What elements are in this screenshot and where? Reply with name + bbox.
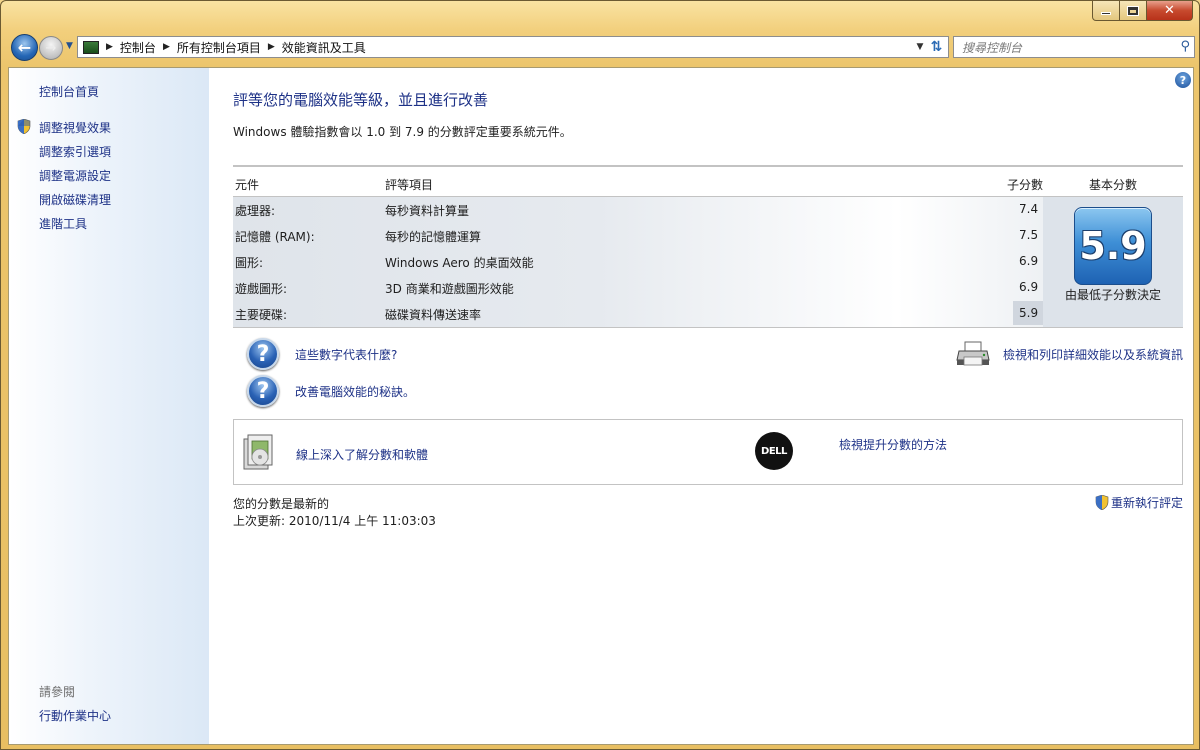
table-row: 主要硬碟: 磁碟資料傳送速率 5.9 (233, 301, 1043, 327)
base-score-caption: 由最低子分數決定 (1064, 288, 1161, 302)
minimize-button[interactable] (1092, 1, 1120, 21)
table-row: 圖形: Windows Aero 的桌面效能 6.9 (233, 249, 1043, 275)
sidebar-home-link[interactable]: 控制台首頁 (39, 83, 99, 100)
subscore-cell: 6.9 (1019, 280, 1039, 294)
performance-tips-link[interactable]: 改善電腦效能的秘訣。 (295, 383, 415, 400)
base-score-value: 5.9 (1079, 224, 1147, 268)
chevron-right-icon[interactable]: ▶ (268, 42, 275, 52)
search-input[interactable]: 搜尋控制台 ⚲ (953, 36, 1195, 58)
component-cell: 圖形: (235, 256, 264, 270)
last-update-text: 上次更新: 2010/11/4 上午 11:03:03 (233, 514, 436, 528)
address-bar[interactable]: ▶ 控制台 ▶ 所有控制台項目 ▶ 效能資訊及工具 ▼ (77, 36, 929, 58)
component-cell: 記憶體 (RAM): (235, 230, 315, 244)
what-numbers-mean-link[interactable]: 這些數字代表什麼? (295, 346, 397, 363)
print-details-link[interactable]: 檢視和列印詳細效能以及系統資訊 (1003, 346, 1183, 363)
window-frame: ✕ ← → ▼ ▶ 控制台 ▶ 所有控制台項目 ▶ 效能資訊及工具 ▼ ⇅ 搜尋… (0, 0, 1200, 750)
base-score-panel: 5.9 由最低子分數決定 (1043, 197, 1183, 327)
close-button[interactable]: ✕ (1147, 1, 1193, 21)
improve-score-link[interactable]: 檢視提升分數的方法 (839, 436, 947, 453)
help-button[interactable]: ? (1175, 72, 1191, 88)
learn-scores-software-link[interactable]: 線上深入了解分數和軟體 (296, 446, 428, 463)
table-header: 元件 評等項目 子分數 基本分數 (233, 165, 1183, 197)
main-panel: ? 評等您的電腦效能等級，並且進行改善 Windows 體驗指數會以 1.0 到… (209, 68, 1193, 744)
rating-cell: 每秒資料計算量 (385, 204, 470, 218)
dell-logo[interactable]: DELL (755, 432, 793, 470)
sidebar-item-power[interactable]: 調整電源設定 (39, 167, 111, 184)
rating-cell: 磁碟資料傳送速率 (385, 308, 482, 322)
subscore-cell: 7.4 (1019, 202, 1039, 216)
control-panel-icon (83, 40, 99, 54)
forward-arrow-icon: → (45, 40, 57, 56)
subscore-cell: 7.5 (1019, 228, 1039, 242)
score-status-text: 您的分數是最新的 (233, 497, 330, 511)
caption-buttons: ✕ (1092, 1, 1193, 21)
task-pane: 控制台首頁 調整視覺效果 調整索引選項 調整電源設定 開啟磁碟清理 進階工具 請… (9, 68, 209, 744)
printer-icon (956, 341, 990, 366)
forward-button[interactable]: → (39, 36, 63, 60)
component-cell: 主要硬碟: (235, 308, 288, 322)
rerun-assessment-link[interactable]: 重新執行評定 (1111, 494, 1183, 511)
sidebar-item-visual-effects[interactable]: 調整視覺效果 (39, 119, 111, 136)
rating-cell: Windows Aero 的桌面效能 (385, 256, 534, 270)
base-score-badge: 5.9 (1074, 207, 1152, 285)
subscore-cell: 5.9 (1019, 306, 1039, 320)
table-row: 處理器: 每秒資料計算量 7.4 (233, 197, 1043, 223)
breadcrumb-control-panel[interactable]: 控制台 (120, 39, 156, 56)
chevron-right-icon[interactable]: ▶ (163, 42, 170, 52)
maximize-button[interactable] (1120, 1, 1147, 21)
breadcrumb-performance[interactable]: 效能資訊及工具 (282, 39, 366, 56)
search-placeholder: 搜尋控制台 (962, 40, 1023, 55)
help-link-tips[interactable]: ? 改善電腦效能的秘訣。 (247, 375, 847, 409)
question-mark-icon: ? (247, 338, 279, 370)
sidebar-item-disk-cleanup[interactable]: 開啟磁碟清理 (39, 191, 111, 208)
minimize-icon (1101, 12, 1111, 15)
chevron-right-icon[interactable]: ▶ (106, 42, 113, 52)
sidebar-item-indexing[interactable]: 調整索引選項 (39, 143, 111, 160)
column-header-basescore: 基本分數 (1089, 178, 1138, 192)
rating-cell: 每秒的記憶體運算 (385, 230, 482, 244)
help-icon: ? (1179, 73, 1187, 87)
score-table: 元件 評等項目 子分數 基本分數 處理器: 每秒資料計算量 7.4 記憶體 (R… (233, 165, 1183, 328)
refresh-icon: ⇅ (930, 39, 943, 55)
column-header-component: 元件 (235, 178, 260, 192)
rating-cell: 3D 商業和遊戲圖形效能 (385, 282, 514, 296)
column-header-rating: 評等項目 (385, 178, 434, 192)
component-cell: 處理器: (235, 204, 276, 218)
uac-shield-icon (1095, 495, 1109, 510)
software-box-icon (243, 434, 273, 470)
table-row: 記憶體 (RAM): 每秒的記憶體運算 7.5 (233, 223, 1043, 249)
back-arrow-icon: ← (17, 38, 32, 57)
maximize-icon (1127, 5, 1139, 16)
question-mark-icon: ? (247, 375, 279, 407)
page-description: Windows 體驗指數會以 1.0 到 7.9 的分數評定重要系統元件。 (233, 125, 572, 139)
content-area: 控制台首頁 調整視覺效果 調整索引選項 調整電源設定 開啟磁碟清理 進階工具 請… (8, 67, 1194, 745)
subscore-cell: 6.9 (1019, 254, 1039, 268)
online-resources-box: 線上深入了解分數和軟體 DELL 檢視提升分數的方法 (233, 419, 1183, 485)
print-details-link-area[interactable]: 檢視和列印詳細效能以及系統資訊 (953, 338, 1193, 372)
breadcrumb-all-items[interactable]: 所有控制台項目 (177, 39, 261, 56)
uac-shield-icon (17, 119, 31, 134)
search-icon[interactable]: ⚲ (1180, 39, 1190, 54)
close-icon: ✕ (1164, 3, 1175, 18)
back-button[interactable]: ← (11, 34, 38, 61)
page-title: 評等您的電腦效能等級，並且進行改善 (233, 91, 489, 109)
sidebar-item-advanced-tools[interactable]: 進階工具 (39, 215, 87, 232)
table-row: 遊戲圖形: 3D 商業和遊戲圖形效能 6.9 (233, 275, 1043, 301)
rerun-assessment-link-area[interactable]: 重新執行評定 (1095, 494, 1183, 511)
navigation-bar: ← → ▼ ▶ 控制台 ▶ 所有控制台項目 ▶ 效能資訊及工具 ▼ ⇅ 搜尋控制… (9, 32, 1195, 62)
refresh-button[interactable]: ⇅ (925, 36, 949, 58)
see-also-heading: 請參閱 (39, 685, 76, 699)
component-cell: 遊戲圖形: (235, 282, 288, 296)
column-header-subscore: 子分數 (1007, 178, 1044, 192)
recent-pages-dropdown[interactable]: ▼ (66, 41, 73, 51)
table-body: 處理器: 每秒資料計算量 7.4 記憶體 (RAM): 每秒的記憶體運算 7.5… (233, 197, 1183, 328)
help-link-meaning[interactable]: ? 這些數字代表什麼? (247, 338, 847, 372)
sidebar-item-action-center[interactable]: 行動作業中心 (39, 707, 111, 724)
